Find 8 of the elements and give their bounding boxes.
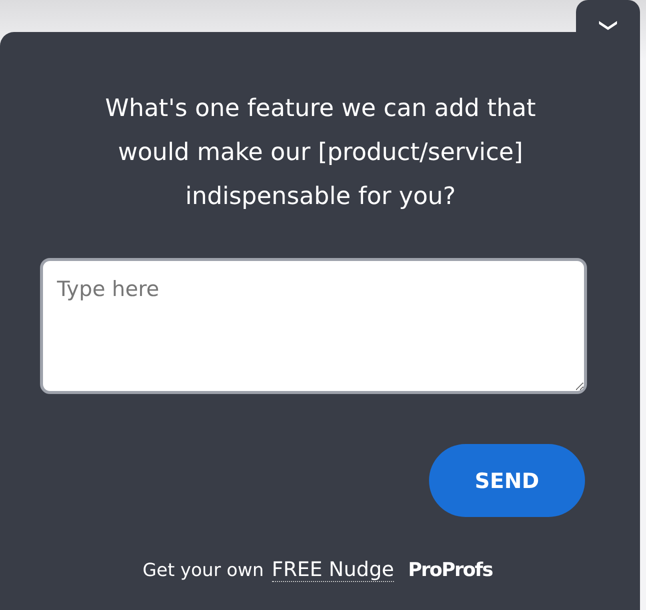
answer-field[interactable]: Type here xyxy=(40,258,587,394)
brand-logo: ProProfs xyxy=(408,559,492,581)
free-nudge-link[interactable]: FREE Nudge xyxy=(272,557,394,582)
footer-text: Get your own xyxy=(142,560,264,581)
collapse-button[interactable] xyxy=(576,0,640,32)
send-button[interactable]: SEND xyxy=(429,444,585,517)
chevron-down-icon xyxy=(598,20,618,30)
question-text: What's one feature we can add that would make our [product/service] indispensable for you? xyxy=(104,93,537,212)
